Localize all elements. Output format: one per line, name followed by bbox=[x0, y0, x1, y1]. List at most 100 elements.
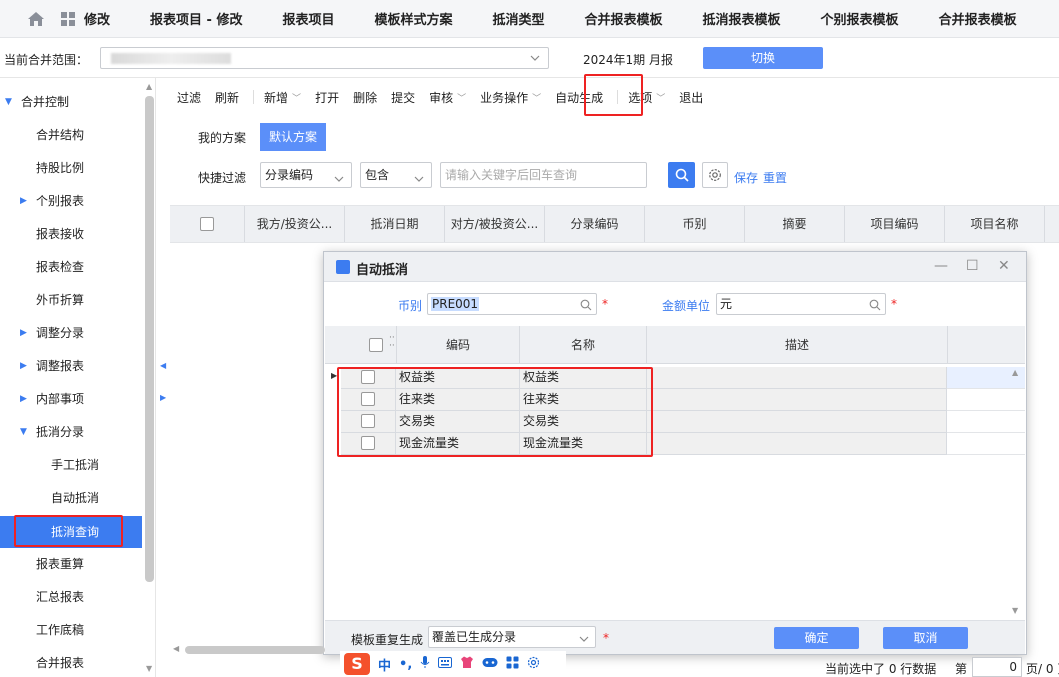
collapse-left-icon[interactable]: ◀ bbox=[160, 361, 166, 370]
sidebar-item-report-check[interactable]: 报表检查 bbox=[0, 254, 142, 280]
tab-consolidated-template[interactable]: 合并报表模板 bbox=[585, 9, 663, 28]
sidebar-item-shareholding[interactable]: 持股比例 bbox=[0, 155, 142, 181]
ok-button[interactable]: 确定 bbox=[774, 627, 859, 649]
microphone-icon[interactable] bbox=[420, 655, 430, 673]
sogou-logo-icon[interactable]: S bbox=[344, 653, 370, 675]
col-item-code[interactable]: 项目编码 bbox=[845, 206, 945, 242]
minimize-icon[interactable]: — bbox=[934, 258, 948, 274]
selection-count: 当前选中了 0 行数据 bbox=[825, 662, 937, 676]
sidebar-item-report-receive[interactable]: 报表接收 bbox=[0, 221, 142, 247]
sidebar-scrollbar[interactable] bbox=[145, 96, 154, 582]
col-counterparty[interactable]: 对方/被投资公... bbox=[445, 206, 545, 242]
sidebar-item-adjust-report[interactable]: ▶ 调整报表 bbox=[0, 353, 142, 379]
col-summary[interactable]: 摘要 bbox=[745, 206, 845, 242]
template-regen-select[interactable]: 覆盖已生成分录 bbox=[428, 626, 596, 648]
exit-button[interactable]: 退出 bbox=[679, 89, 703, 106]
audit-button[interactable]: 审核 ﹀ bbox=[429, 89, 466, 106]
filter-field-select[interactable]: 分录编码 bbox=[260, 162, 352, 188]
search-button[interactable] bbox=[668, 162, 695, 188]
apps-grid-icon[interactable] bbox=[58, 0, 78, 38]
sidebar-item-individual-report[interactable]: ▶ 个别报表 bbox=[0, 188, 142, 214]
scroll-up-icon[interactable]: ▲ bbox=[146, 82, 152, 91]
sidebar-item-offset-entry[interactable]: ▼ 抵消分录 bbox=[0, 419, 142, 445]
reset-link[interactable]: 重置 bbox=[763, 169, 787, 186]
horizontal-scrollbar[interactable] bbox=[185, 646, 325, 654]
select-all-checkbox[interactable] bbox=[200, 217, 214, 231]
sidebar-item-auto-offset[interactable]: 自动抵消 bbox=[0, 485, 142, 511]
col-code[interactable]: 编码 bbox=[397, 326, 520, 364]
maximize-icon[interactable]: ☐ bbox=[966, 258, 979, 274]
dialog-titlebar: 自动抵消 — ☐ ✕ bbox=[324, 252, 1026, 282]
search-icon[interactable] bbox=[580, 297, 592, 317]
sidebar-item-worksheet[interactable]: 工作底稿 bbox=[0, 617, 142, 643]
dialog-app-icon bbox=[336, 260, 350, 274]
submit-button[interactable]: 提交 bbox=[391, 89, 415, 106]
sidebar-item-fx-translation[interactable]: 外币折算 bbox=[0, 287, 142, 313]
filter-keyword-input[interactable]: 请输入关键字后回车查询 bbox=[440, 162, 647, 188]
ime-settings-icon[interactable] bbox=[527, 656, 540, 673]
more-icon: ·· ·· bbox=[389, 333, 395, 351]
col-name[interactable]: 名称 bbox=[520, 326, 647, 364]
open-button[interactable]: 打开 bbox=[315, 89, 339, 106]
refresh-button[interactable]: 刷新 bbox=[215, 89, 239, 106]
required-marker: * bbox=[891, 297, 897, 311]
filter-button[interactable]: 过滤 bbox=[177, 89, 201, 106]
filter-operator-select[interactable]: 包含 bbox=[360, 162, 432, 188]
tab-template-style[interactable]: 模板样式方案 bbox=[374, 9, 452, 28]
tab-report-item-edit[interactable]: 报表项目 - 修改 bbox=[150, 9, 242, 28]
add-button[interactable]: 新增 ﹀ bbox=[264, 89, 301, 106]
tab-individual-template[interactable]: 个别报表模板 bbox=[821, 9, 899, 28]
sidebar-item-report-recalc[interactable]: 报表重算 bbox=[0, 551, 142, 577]
tab-offset-template[interactable]: 抵消报表模板 bbox=[703, 9, 781, 28]
sidebar-item-consolidation-structure[interactable]: 合并结构 bbox=[0, 122, 142, 148]
delete-button[interactable]: 删除 bbox=[353, 89, 377, 106]
ime-language-toggle[interactable]: 中 bbox=[378, 655, 391, 674]
toolbox-grid-icon[interactable] bbox=[506, 656, 519, 673]
search-icon[interactable] bbox=[869, 297, 881, 317]
page-number-input[interactable]: 0 bbox=[972, 657, 1022, 677]
expand-right-icon[interactable]: ▶ bbox=[160, 393, 166, 402]
triangle-right-icon: ▶ bbox=[20, 196, 27, 206]
close-icon[interactable]: ✕ bbox=[998, 258, 1010, 274]
default-scheme-button[interactable]: 默认方案 bbox=[260, 123, 326, 151]
scroll-up-icon[interactable]: ▲ bbox=[1012, 368, 1018, 377]
game-icon[interactable] bbox=[482, 657, 498, 672]
cancel-button[interactable]: 取消 bbox=[883, 627, 968, 649]
col-offset-date[interactable]: 抵消日期 bbox=[345, 206, 445, 242]
skin-icon[interactable] bbox=[460, 656, 474, 673]
tab-edit[interactable]: 修改 bbox=[84, 9, 110, 28]
row-extension bbox=[947, 411, 1025, 433]
col-currency[interactable]: 币别 bbox=[645, 206, 745, 242]
select-all-checkbox[interactable] bbox=[369, 338, 383, 352]
chevron-down-icon bbox=[529, 52, 541, 67]
home-icon[interactable] bbox=[20, 0, 52, 38]
chevron-down-icon bbox=[333, 169, 345, 193]
sidebar-item-adjust-entry[interactable]: ▶ 调整分录 bbox=[0, 320, 142, 346]
scroll-down-icon[interactable]: ▼ bbox=[1012, 606, 1018, 615]
select-all-column bbox=[170, 206, 245, 242]
save-link[interactable]: 保存 bbox=[734, 169, 758, 186]
tab-report-item[interactable]: 报表项目 bbox=[282, 9, 334, 28]
col-description[interactable]: 描述 bbox=[647, 326, 948, 364]
scroll-down-icon[interactable]: ▼ bbox=[146, 664, 152, 673]
business-ops-button[interactable]: 业务操作 ﹀ bbox=[480, 89, 541, 106]
col-our-company[interactable]: 我方/投资公... bbox=[245, 206, 345, 242]
col-entry-code[interactable]: 分录编码 bbox=[545, 206, 645, 242]
sidebar-item-manual-offset[interactable]: 手工抵消 bbox=[0, 452, 142, 478]
settings-button[interactable] bbox=[702, 162, 728, 188]
sidebar-item-consolidation-control[interactable]: ▼ 合并控制 bbox=[0, 89, 142, 115]
currency-input[interactable]: PRE001 bbox=[427, 293, 597, 315]
ime-punctuation-toggle[interactable]: •, bbox=[399, 657, 412, 672]
tab-consolidated-template-2[interactable]: 合并报表模板 bbox=[939, 9, 1017, 28]
switch-button[interactable]: 切换 bbox=[703, 47, 823, 69]
sidebar-item-consolidated-report[interactable]: 合并报表 bbox=[0, 650, 142, 676]
keyboard-icon[interactable] bbox=[438, 656, 453, 672]
sidebar-item-internal-matters[interactable]: ▶ 内部事项 bbox=[0, 386, 142, 412]
my-scheme-label: 我的方案 bbox=[198, 131, 247, 145]
tab-offset-type[interactable]: 抵消类型 bbox=[493, 9, 545, 28]
sidebar-item-summary-report[interactable]: 汇总报表 bbox=[0, 584, 142, 610]
amount-unit-input[interactable]: 元 bbox=[716, 293, 886, 315]
scope-select[interactable] bbox=[100, 47, 549, 69]
scroll-left-icon[interactable]: ◀ bbox=[173, 644, 179, 653]
col-item-name[interactable]: 项目名称 bbox=[945, 206, 1045, 242]
